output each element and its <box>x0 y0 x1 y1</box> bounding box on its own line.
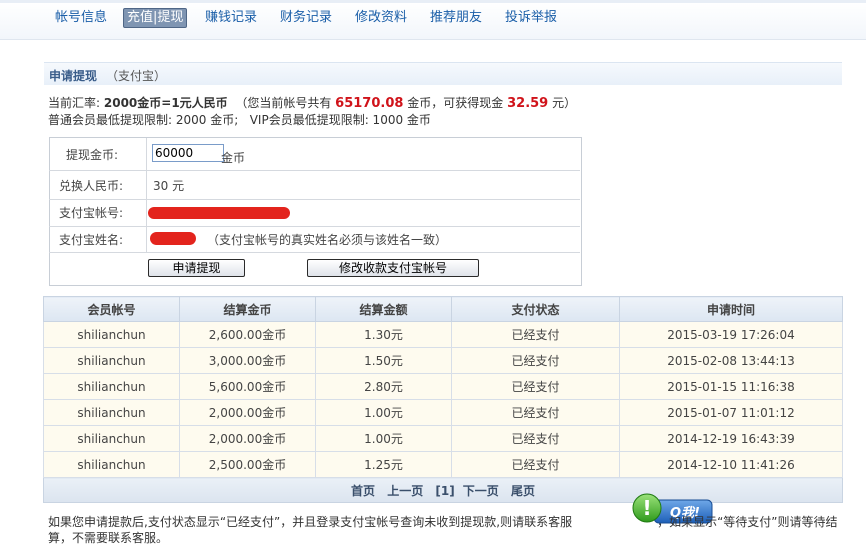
form-divider <box>49 170 580 171</box>
pager-next[interactable]: 下一页 <box>463 484 499 498</box>
col-time: 申请时间 <box>619 296 843 322</box>
cell-coins: 2,000.00金币 <box>179 425 316 452</box>
table-row: shilianchun 5,600.00金币 2.80元 已经支付 2015-0… <box>43 373 843 400</box>
cell-status: 已经支付 <box>451 321 620 348</box>
rmb-value: 30 元 <box>153 179 185 193</box>
nav-account-info[interactable]: 帐号信息 <box>55 9 107 27</box>
cell-time: 2015-03-19 17:26:04 <box>619 321 843 348</box>
table-row: shilianchun 2,000.00金币 1.00元 已经支付 2014-1… <box>43 425 843 452</box>
vip-limit: VIP会员最低提现限制: 1000 金币 <box>249 113 431 127</box>
col-account: 会员帐号 <box>43 296 180 322</box>
section-title: 申请提现 <box>49 69 98 83</box>
cell-time: 2015-01-07 11:01:12 <box>619 399 843 426</box>
cell-status: 已经支付 <box>451 347 620 374</box>
col-amount: 结算金额 <box>315 296 452 322</box>
amount-unit: 金币 <box>221 151 246 165</box>
top-navigation: 帐号信息 充值|提现 赚钱记录 财务记录 修改资料 推荐朋友 投诉举报 <box>0 3 866 40</box>
cell-account: shilianchun <box>43 451 180 478</box>
cell-coins: 3,000.00金币 <box>179 347 316 374</box>
nav-recommend-friends[interactable]: 推荐朋友 <box>430 9 482 27</box>
cell-amount: 1.50元 <box>315 347 452 374</box>
cell-coins: 2,000.00金币 <box>179 399 316 426</box>
cell-status: 已经支付 <box>451 451 620 478</box>
amount-input[interactable] <box>152 144 224 162</box>
section-subtitle: （支付宝） <box>106 69 167 83</box>
cell-amount: 1.00元 <box>315 399 452 426</box>
pager-last[interactable]: 尾页 <box>511 484 535 498</box>
cash-suffix: 元） <box>552 96 577 110</box>
cell-amount: 1.00元 <box>315 425 452 452</box>
nav-edit-profile[interactable]: 修改资料 <box>355 9 407 27</box>
modify-alipay-button[interactable]: 修改收款支付宝帐号 <box>307 259 479 277</box>
balance-prefix: （您当前帐号共有 <box>235 96 332 110</box>
cell-account: shilianchun <box>43 425 180 452</box>
alipay-account-label: 支付宝帐号: <box>59 206 124 220</box>
cell-account: shilianchun <box>43 399 180 426</box>
help-notice: 如果您申请提款后,支付状态显示“已经支付”，并且登录支付宝帐号查询未收到提现款,… <box>48 514 838 546</box>
nav-earning-records[interactable]: 赚钱记录 <box>205 9 257 27</box>
cell-time: 2015-01-15 11:16:38 <box>619 373 843 400</box>
notice-part1: 如果您申请提款后,支付状态显示“已经支付”，并且登录支付宝帐号查询未收到提现款,… <box>48 515 573 529</box>
pager-page-1[interactable]: [1] <box>435 484 454 498</box>
table-row: shilianchun 2,500.00金币 1.25元 已经支付 2014-1… <box>43 451 843 478</box>
rmb-label: 兑换人民币: <box>59 179 124 193</box>
table-row: shilianchun 2,600.00金币 1.30元 已经支付 2015-0… <box>43 321 843 348</box>
pager-first[interactable]: 首页 <box>351 484 375 498</box>
rate-prefix: 当前汇率: <box>48 96 101 110</box>
table-row: shilianchun 3,000.00金币 1.50元 已经支付 2015-0… <box>43 347 843 374</box>
form-column-divider <box>146 138 147 252</box>
section-header: 申请提现 （支付宝） <box>44 62 842 85</box>
cell-amount: 2.80元 <box>315 373 452 400</box>
balance-unit: 金币，可获得现金 <box>407 96 504 110</box>
limit-line: 普通会员最低提现限制: 2000 金币; VIP会员最低提现限制: 1000 金… <box>48 111 431 128</box>
cell-amount: 1.25元 <box>315 451 452 478</box>
exchange-rate-line: 当前汇率: 2000金币=1元人民币 （您当前帐号共有 65170.08 金币，… <box>48 94 576 111</box>
table-row: shilianchun 2,000.00金币 1.00元 已经支付 2015-0… <box>43 399 843 426</box>
rate-text: 2000金币=1元人民币 <box>103 96 228 110</box>
balance-value: 65170.08 <box>335 96 404 111</box>
pagination: 首页 上一页 [1] 下一页 尾页 <box>43 477 843 503</box>
cell-coins: 2,500.00金币 <box>179 451 316 478</box>
col-status: 支付状态 <box>451 296 620 322</box>
cell-status: 已经支付 <box>451 399 620 426</box>
cell-status: 已经支付 <box>451 425 620 452</box>
cell-time: 2014-12-19 16:43:39 <box>619 425 843 452</box>
nav-finance-records[interactable]: 财务记录 <box>280 9 332 27</box>
redacted-account <box>148 207 290 219</box>
form-divider <box>49 199 580 200</box>
cell-account: shilianchun <box>43 373 180 400</box>
pager-row: 首页 上一页 [1] 下一页 尾页 <box>43 477 843 503</box>
nav-recharge-withdraw[interactable]: 充值|提现 <box>123 8 188 28</box>
col-coins: 结算金币 <box>179 296 316 322</box>
cell-account: shilianchun <box>43 347 180 374</box>
alipay-name-label: 支付宝姓名: <box>59 233 124 247</box>
table-header-row: 会员帐号 结算金币 结算金额 支付状态 申请时间 <box>43 296 843 322</box>
pager-prev[interactable]: 上一页 <box>387 484 423 498</box>
withdraw-records-table: 会员帐号 结算金币 结算金额 支付状态 申请时间 shilianchun 2,6… <box>43 296 843 503</box>
cell-coins: 5,600.00金币 <box>179 373 316 400</box>
redacted-name <box>150 232 196 245</box>
nav-complaint-report[interactable]: 投诉举报 <box>505 9 557 27</box>
form-divider <box>49 226 580 227</box>
cell-coins: 2,600.00金币 <box>179 321 316 348</box>
cell-time: 2015-02-08 13:44:13 <box>619 347 843 374</box>
form-divider <box>49 252 580 253</box>
submit-withdraw-button[interactable]: 申请提现 <box>148 259 245 277</box>
cell-time: 2014-12-10 11:41:26 <box>619 451 843 478</box>
normal-limit: 普通会员最低提现限制: 2000 金币; <box>48 113 239 127</box>
amount-label: 提现金币: <box>66 148 119 162</box>
name-hint: （支付宝帐号的真实姓名必须与该姓名一致） <box>207 233 448 247</box>
cell-account: shilianchun <box>43 321 180 348</box>
cell-status: 已经支付 <box>451 373 620 400</box>
cash-value: 32.59 <box>507 96 549 111</box>
cell-amount: 1.30元 <box>315 321 452 348</box>
